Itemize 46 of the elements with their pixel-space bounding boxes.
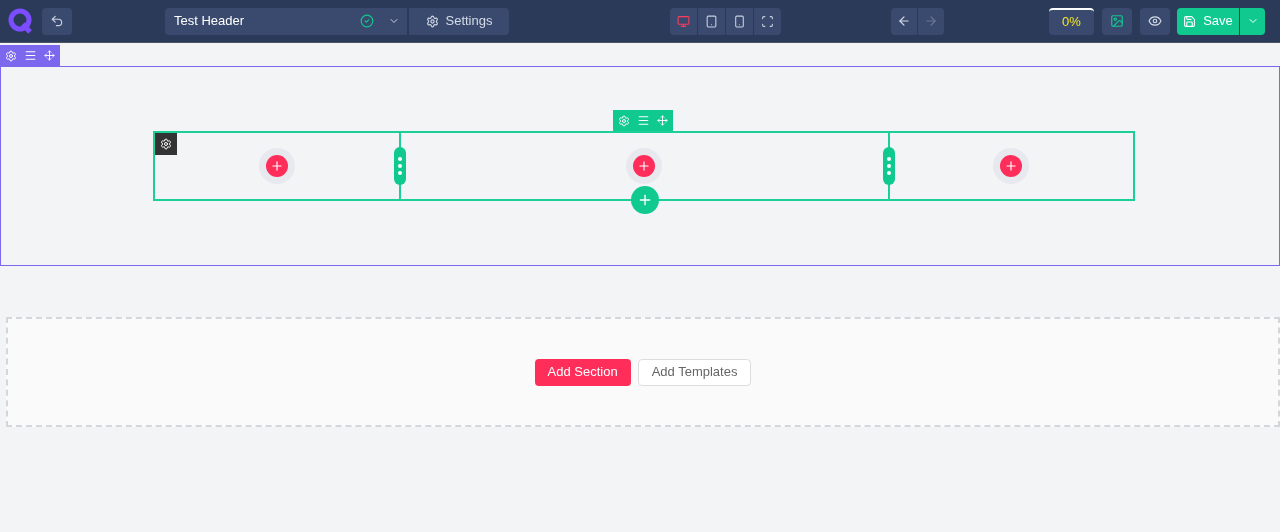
resize-handle[interactable]	[882, 147, 895, 185]
add-element-button[interactable]	[633, 155, 655, 177]
undo-icon	[50, 14, 64, 28]
device-button[interactable]	[698, 7, 725, 35]
right-arrow-icon	[924, 14, 938, 28]
mobile-icon	[733, 14, 746, 28]
settings-icon[interactable]	[618, 114, 630, 127]
device-button[interactable]	[670, 7, 697, 35]
column-settings-button[interactable]	[155, 133, 177, 155]
add-section-button[interactable]: Add Section	[534, 358, 631, 386]
menu-icon[interactable]	[24, 49, 37, 62]
desktop-icon	[677, 14, 690, 28]
logo-icon	[8, 8, 34, 34]
settings-button[interactable]: Settings	[409, 7, 509, 35]
settings-icon	[425, 14, 439, 28]
add-element-button[interactable]	[265, 155, 288, 177]
plus-icon	[637, 192, 653, 208]
plus-icon	[269, 159, 284, 173]
plus-icon	[1004, 159, 1019, 173]
move-icon[interactable]	[657, 115, 668, 126]
resize-handle[interactable]	[393, 147, 406, 185]
progress-text: 0%	[1062, 13, 1081, 32]
save-icon	[1183, 14, 1197, 28]
settings-icon	[160, 138, 172, 150]
undo-button[interactable]	[42, 7, 72, 35]
preview-button[interactable]	[1140, 7, 1170, 35]
move-icon[interactable]	[44, 50, 55, 61]
eye-icon	[1148, 14, 1162, 28]
back-button[interactable]	[891, 7, 917, 35]
tablet-icon	[705, 14, 718, 28]
add-templates-button[interactable]: Add Templates	[637, 358, 752, 386]
device-button[interactable]	[754, 7, 781, 35]
image-button[interactable]	[1102, 7, 1132, 35]
fullscreen-icon	[761, 14, 774, 28]
title-field[interactable]: Test Header	[165, 7, 407, 35]
save-options-button[interactable]	[1240, 7, 1265, 35]
add-element-button[interactable]	[1000, 155, 1023, 177]
menu-icon[interactable]	[637, 114, 650, 127]
left-arrow-icon	[897, 14, 911, 28]
image-icon	[1110, 14, 1124, 28]
plus-icon	[637, 159, 651, 173]
add-row-button[interactable]	[631, 186, 659, 214]
check-icon	[360, 14, 374, 28]
settings-icon[interactable]	[5, 49, 17, 62]
header-title: Test Header	[174, 12, 246, 31]
device-button[interactable]	[726, 7, 753, 35]
